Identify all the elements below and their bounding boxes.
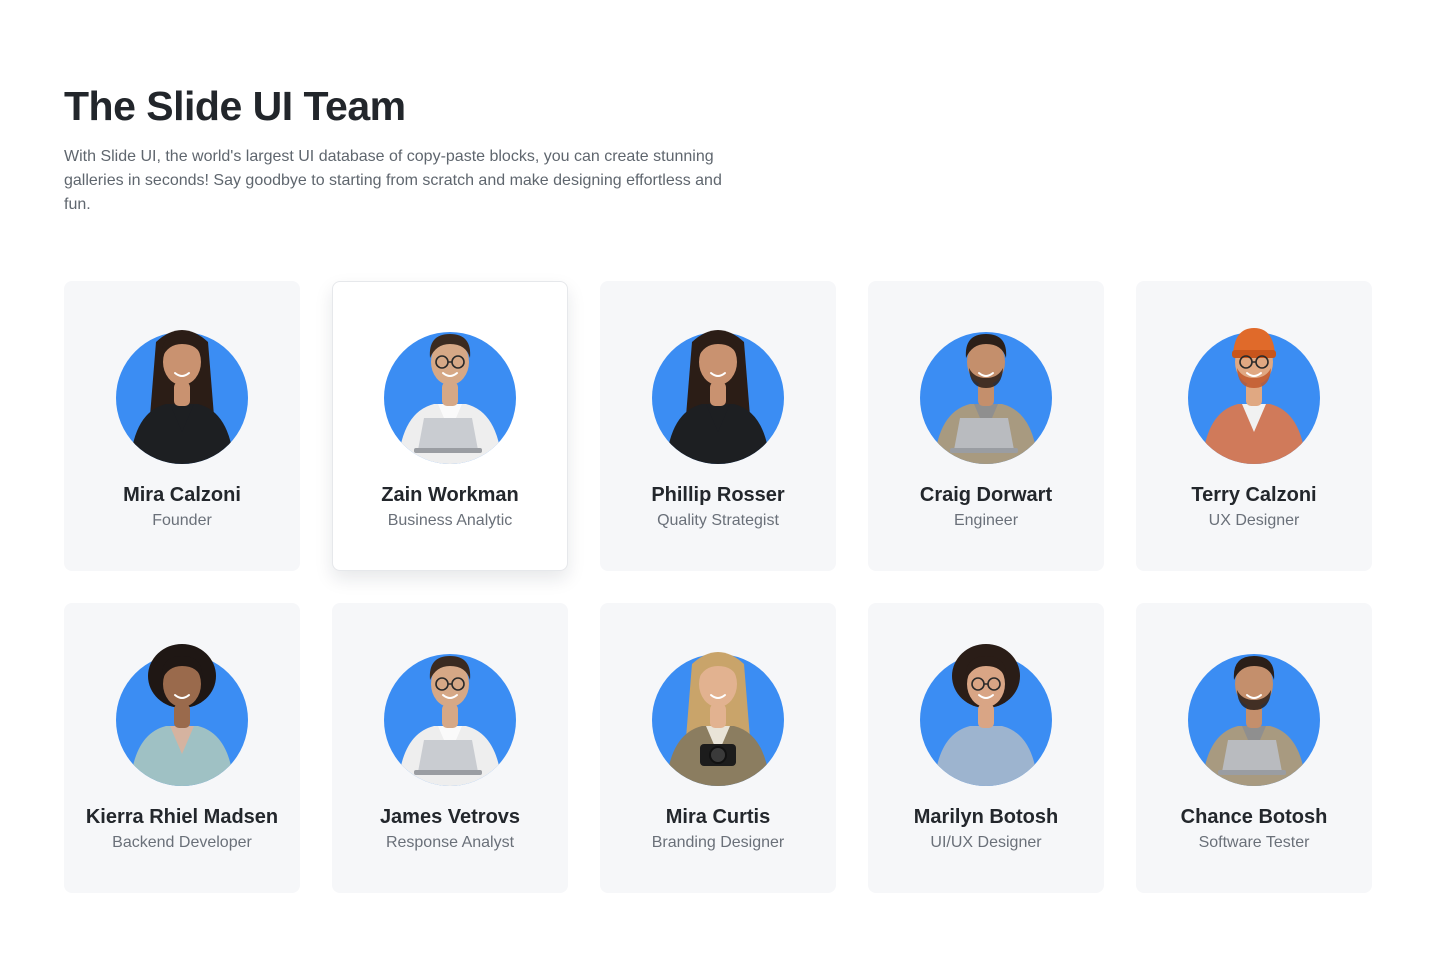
team-member-card[interactable]: Mira Curtis Branding Designer <box>600 603 836 893</box>
member-role: Branding Designer <box>651 834 785 851</box>
member-name: Chance Botosh <box>1180 806 1328 828</box>
member-name: Terry Calzoni <box>1191 484 1317 506</box>
member-role: Response Analyst <box>385 834 515 851</box>
member-name: Mira Curtis <box>665 806 771 828</box>
avatar <box>920 642 1052 786</box>
member-name: Marilyn Botosh <box>913 806 1059 828</box>
member-name: Mira Calzoni <box>123 484 241 506</box>
team-page: The Slide UI Team With Slide UI, the wor… <box>0 0 1440 973</box>
avatar <box>652 642 784 786</box>
member-name: Kierra Rhiel Madsen <box>85 806 279 828</box>
member-role: Backend Developer <box>112 834 252 851</box>
avatar <box>652 320 784 464</box>
team-member-card[interactable]: Craig Dorwart Engineer <box>868 281 1104 571</box>
avatar <box>1188 642 1320 786</box>
team-member-card[interactable]: Phillip Rosser Quality Strategist <box>600 281 836 571</box>
member-name: James Vetrovs <box>379 806 521 828</box>
member-role: Business Analytic <box>387 512 513 529</box>
avatar <box>116 642 248 786</box>
avatar <box>384 642 516 786</box>
team-member-card[interactable]: Mira Calzoni Founder <box>64 281 300 571</box>
avatar <box>1188 320 1320 464</box>
member-role: Software Tester <box>1198 834 1310 851</box>
team-grid: Mira Calzoni Founder Zain Workman Busine… <box>64 281 1372 893</box>
member-role: Quality Strategist <box>657 512 779 529</box>
team-member-card[interactable]: Chance Botosh Software Tester <box>1136 603 1372 893</box>
member-name: Phillip Rosser <box>651 484 785 506</box>
member-role: UI/UX Designer <box>930 834 1042 851</box>
page-title: The Slide UI Team <box>64 83 406 129</box>
member-name: Craig Dorwart <box>919 484 1053 506</box>
avatar <box>920 320 1052 464</box>
member-role: Engineer <box>953 512 1019 529</box>
page-description: With Slide UI, the world's largest UI da… <box>64 148 722 213</box>
member-name: Zain Workman <box>381 484 519 506</box>
team-member-card[interactable]: Terry Calzoni UX Designer <box>1136 281 1372 571</box>
member-role: Founder <box>152 512 212 529</box>
avatar <box>384 320 516 464</box>
member-role: UX Designer <box>1208 512 1300 529</box>
avatar <box>116 320 248 464</box>
team-member-card[interactable]: Zain Workman Business Analytic <box>332 281 568 571</box>
team-member-card[interactable]: Marilyn Botosh UI/UX Designer <box>868 603 1104 893</box>
team-member-card[interactable]: James Vetrovs Response Analyst <box>332 603 568 893</box>
team-member-card[interactable]: Kierra Rhiel Madsen Backend Developer <box>64 603 300 893</box>
